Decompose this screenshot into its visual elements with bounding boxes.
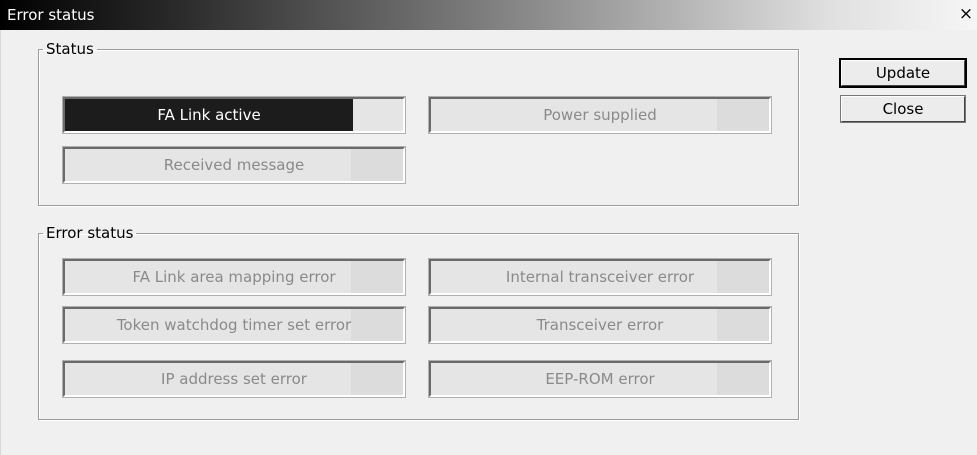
close-button[interactable]: Close [841,96,965,122]
indicator-power-supplied: Power supplied [428,96,772,134]
indicator-label: FA Link active [157,106,261,124]
indicator-fa-link-area-mapping-error: FA Link area mapping error [62,258,406,296]
indicator-transceiver-error: Transceiver error [428,306,772,344]
dialog-client-area: Status FA Link active Power supplied Rec… [0,30,977,455]
indicator-token-watchdog-timer-set-error: Token watchdog timer set error [62,306,406,344]
error-status-group-label: Error status [46,224,134,242]
indicator-label: IP address set error [161,370,307,388]
indicator-ip-address-set-error: IP address set error [62,360,406,398]
window-title: Error status [7,6,95,24]
indicator-received-message: Received message [62,146,406,184]
title-bar[interactable]: Error status × [0,0,977,30]
indicator-label: Transceiver error [536,316,664,334]
close-icon[interactable]: × [957,4,975,24]
indicator-label: Token watchdog timer set error [116,316,352,334]
indicator-label: Received message [163,156,305,174]
indicator-label: Power supplied [543,106,657,124]
status-group-label: Status [46,40,94,58]
indicator-label: EEP-ROM error [545,370,655,388]
indicator-label: Internal transceiver error [505,268,695,286]
update-button[interactable]: Update [841,60,965,86]
indicator-internal-transceiver-error: Internal transceiver error [428,258,772,296]
indicator-label: FA Link area mapping error [132,268,336,286]
indicator-fa-link-active: FA Link active [62,96,406,134]
indicator-eep-rom-error: EEP-ROM error [428,360,772,398]
